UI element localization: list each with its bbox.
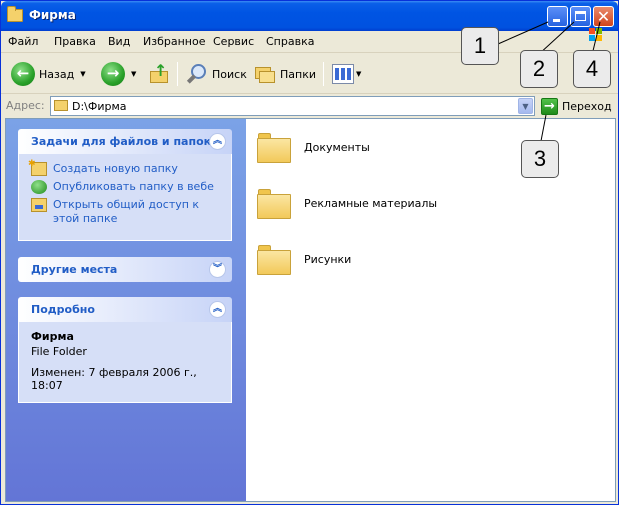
maximize-button[interactable] (570, 6, 591, 27)
toolbar-separator (323, 62, 324, 86)
up-folder-button[interactable]: ↑ (148, 60, 170, 88)
folder-name: Рисунки (304, 252, 352, 266)
forward-button[interactable]: ▼ (101, 60, 136, 88)
back-button[interactable]: Назад ▼ (11, 60, 86, 88)
menu-view[interactable]: Вид (108, 35, 130, 48)
folders-button[interactable]: Папки (254, 60, 316, 88)
menu-tools[interactable]: Сервис (213, 35, 254, 48)
folder-icon (7, 6, 23, 22)
windows-logo-icon (589, 28, 603, 42)
task-pane: Задачи для файлов и папок ︽ Создать нову… (6, 119, 246, 501)
address-value: D:\Фирма (72, 100, 127, 113)
forward-dropdown-icon[interactable]: ▼ (131, 70, 136, 78)
other-places-title: Другие места (31, 263, 118, 276)
folder-name: Документы (304, 140, 370, 154)
other-places-panel: Другие места ︾ (18, 257, 232, 282)
folder-item[interactable]: Рисунки (256, 239, 456, 279)
task-label: Создать новую папку (53, 162, 178, 175)
views-dropdown-icon[interactable]: ▼ (356, 70, 361, 78)
menu-edit[interactable]: Правка (54, 35, 96, 48)
expand-icon[interactable]: ︾ (209, 261, 226, 278)
folder-name: Рекламные материалы (304, 196, 438, 210)
tasks-panel: Задачи для файлов и папок ︽ Создать нову… (18, 129, 232, 241)
go-arrow-icon: → (541, 97, 558, 115)
details-header[interactable]: Подробно ︽ (18, 297, 232, 322)
menu-file[interactable]: Файл (8, 35, 38, 48)
collapse-icon[interactable]: ︽ (209, 133, 226, 150)
task-publish-web[interactable]: Опубликовать папку в вебе (31, 180, 219, 194)
folder-item[interactable]: Документы (256, 127, 456, 167)
details-body: Фирма File Folder Изменен: 7 февраля 200… (18, 322, 232, 403)
forward-arrow-icon (101, 62, 125, 86)
details-panel: Подробно ︽ Фирма File Folder Изменен: 7 … (18, 297, 232, 403)
share-folder-icon (31, 198, 47, 212)
folders-icon (254, 63, 276, 85)
search-icon (186, 63, 208, 85)
search-label: Поиск (212, 67, 247, 81)
maximize-icon (575, 11, 586, 21)
task-label: Опубликовать папку в вебе (53, 180, 214, 193)
task-label: Открыть общий доступ к этой папке (53, 198, 200, 225)
task-share-folder[interactable]: Открыть общий доступ к этой папке (31, 198, 219, 226)
folder-item[interactable]: Рекламные материалы (256, 183, 456, 223)
detail-name: Фирма (31, 330, 74, 343)
up-folder-icon: ↑ (148, 61, 170, 85)
publish-web-icon (31, 180, 47, 194)
tasks-panel-header[interactable]: Задачи для файлов и папок ︽ (18, 129, 232, 154)
back-arrow-icon (11, 62, 35, 86)
callout-3: 3 (521, 140, 559, 178)
address-label: Адрес: (6, 99, 45, 112)
new-folder-icon (28, 157, 47, 176)
back-dropdown-icon[interactable]: ▼ (80, 70, 85, 78)
callout-1: 1 (461, 27, 499, 65)
close-button[interactable]: ✕ (593, 6, 614, 27)
back-label: Назад (39, 67, 75, 81)
toolbar-separator (177, 62, 178, 86)
minimize-button[interactable] (547, 6, 568, 27)
menu-help[interactable]: Справка (266, 35, 314, 48)
details-title: Подробно (31, 303, 95, 316)
minimize-icon (553, 19, 560, 22)
go-label: Переход (562, 99, 612, 113)
folder-icon (256, 187, 292, 219)
menu-favorites[interactable]: Избранное (143, 35, 205, 48)
address-bar: Адрес: D:\Фирма ▼ → Переход (1, 95, 618, 117)
folder-icon (256, 131, 292, 163)
address-dropdown-icon[interactable]: ▼ (518, 98, 533, 114)
folders-label: Папки (280, 67, 316, 81)
search-button[interactable]: Поиск (186, 60, 247, 88)
folder-icon (54, 100, 68, 111)
callout-4: 4 (573, 50, 611, 88)
close-icon: ✕ (596, 7, 611, 26)
go-button[interactable]: → Переход (541, 96, 612, 116)
views-icon (332, 64, 354, 84)
views-button[interactable]: ▼ (332, 60, 361, 88)
title-bar[interactable]: Фирма ✕ (1, 1, 618, 31)
detail-modified: Изменен: 7 февраля 2006 г., 18:07 (31, 366, 197, 392)
other-places-header[interactable]: Другие места ︾ (18, 257, 232, 282)
collapse-icon[interactable]: ︽ (209, 301, 226, 318)
address-input[interactable]: D:\Фирма ▼ (50, 96, 535, 116)
window-title: Фирма (29, 8, 76, 22)
callout-2: 2 (520, 50, 558, 88)
folder-icon (256, 243, 292, 275)
detail-type: File Folder (31, 345, 87, 358)
task-new-folder[interactable]: Создать новую папку (28, 157, 219, 176)
tasks-panel-body: Создать новую папку Опубликовать папку в… (18, 154, 232, 241)
tasks-panel-title: Задачи для файлов и папок (31, 135, 212, 148)
